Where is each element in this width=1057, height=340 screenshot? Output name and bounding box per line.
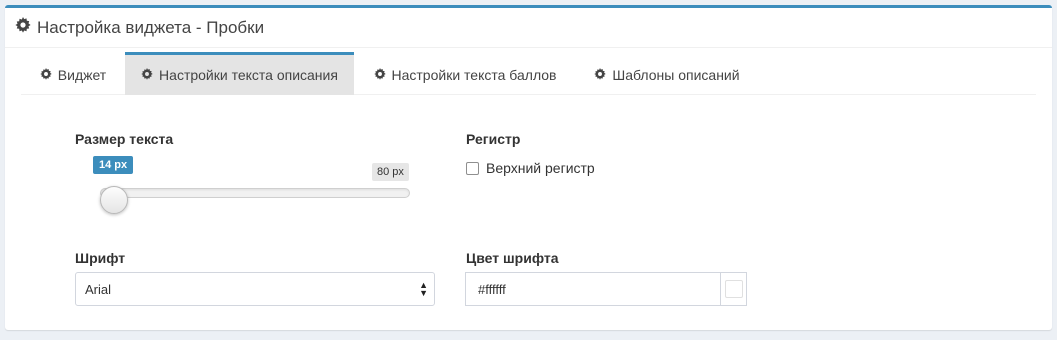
tab-label: Настройки текста описания [159, 67, 338, 83]
tab-label: Виджет [57, 67, 107, 83]
uppercase-checkbox-label[interactable]: Верхний регистр [486, 160, 595, 176]
text-size-max-badge: 80 px [372, 163, 409, 181]
text-size-label: Размер текста [75, 131, 174, 147]
font-color-input[interactable]: #ffffff [465, 272, 747, 306]
text-size-current-badge: 14 px [93, 156, 134, 174]
gear-icon [141, 67, 153, 83]
gear-icon [373, 67, 386, 83]
gear-icon [40, 67, 52, 83]
tab-label: Настройки текста баллов [391, 67, 557, 83]
tab-score-text-settings[interactable]: Настройки текста баллов [354, 52, 576, 95]
color-picker-addon[interactable] [720, 273, 746, 305]
gear-icon [594, 67, 607, 83]
tab-label: Шаблоны описаний [612, 67, 740, 83]
select-arrows-icon: ▲ ▼ [419, 280, 428, 298]
tab-description-text-settings[interactable]: Настройки текста описания [125, 52, 354, 95]
font-color-value: #ffffff [478, 281, 506, 297]
panel-header: Настройка виджета - Пробки [5, 8, 1052, 48]
register-label: Регистр [466, 131, 521, 147]
tab-bar: Виджет Настройки текста описания Настрой… [21, 52, 1036, 95]
uppercase-option: Верхний регистр [466, 160, 595, 176]
font-select[interactable]: Arial ▲ ▼ [75, 272, 435, 306]
font-select-value: Arial [85, 281, 112, 297]
color-swatch[interactable] [724, 280, 743, 298]
uppercase-checkbox[interactable] [466, 161, 479, 175]
text-size-slider-handle[interactable] [100, 186, 128, 214]
text-size-slider-track[interactable] [100, 188, 410, 198]
font-color-label: Цвет шрифта [466, 250, 559, 266]
panel-title: Настройка виджета - Пробки [37, 17, 265, 37]
tab-description-templates[interactable]: Шаблоны описаний [576, 52, 758, 95]
gear-icon [15, 17, 31, 38]
tab-widget[interactable]: Виджет [21, 52, 125, 95]
font-label: Шрифт [75, 250, 126, 266]
